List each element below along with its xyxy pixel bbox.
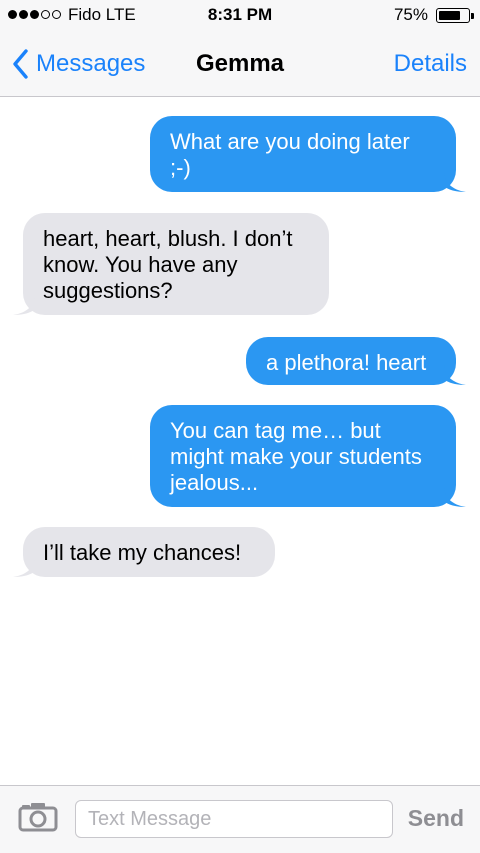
bubble-tail	[13, 557, 35, 577]
bubble-tail	[444, 365, 466, 385]
message-text: heart, heart, blush. I don’t know. You h…	[43, 226, 293, 303]
message-input-bar: Send	[0, 785, 480, 853]
camera-button[interactable]	[18, 800, 58, 837]
message-bubble-outgoing[interactable]: a plethora! heart	[246, 337, 466, 385]
nav-bar: Messages Gemma Details	[0, 30, 480, 97]
message-bubble-incoming[interactable]: I’ll take my chances!	[13, 527, 275, 577]
message-bubble-outgoing[interactable]: You can tag me… but might make your stud…	[150, 405, 466, 507]
message-text: I’ll take my chances!	[43, 540, 242, 565]
status-bar: Fido LTE 8:31 PM 75%	[0, 0, 480, 30]
message-bubble-outgoing[interactable]: What are you doing later ;-)	[150, 116, 466, 192]
details-button[interactable]: Details	[394, 50, 467, 78]
camera-icon	[18, 803, 58, 832]
send-button[interactable]: Send	[408, 805, 464, 832]
bubble-tail	[13, 295, 35, 315]
message-text: What are you doing later ;-)	[170, 129, 410, 180]
bubble-tail	[444, 487, 466, 507]
battery-percent: 75%	[393, 5, 428, 24]
message-text-field[interactable]	[75, 800, 393, 838]
battery-tip	[471, 13, 474, 19]
message-text: a plethora! heart	[266, 350, 427, 375]
battery-icon	[436, 8, 470, 23]
battery-level	[439, 11, 460, 20]
message-text: You can tag me… but might make your stud…	[170, 418, 422, 495]
bubble-tail	[444, 172, 466, 192]
message-bubble-incoming[interactable]: heart, heart, blush. I don’t know. You h…	[13, 213, 329, 315]
